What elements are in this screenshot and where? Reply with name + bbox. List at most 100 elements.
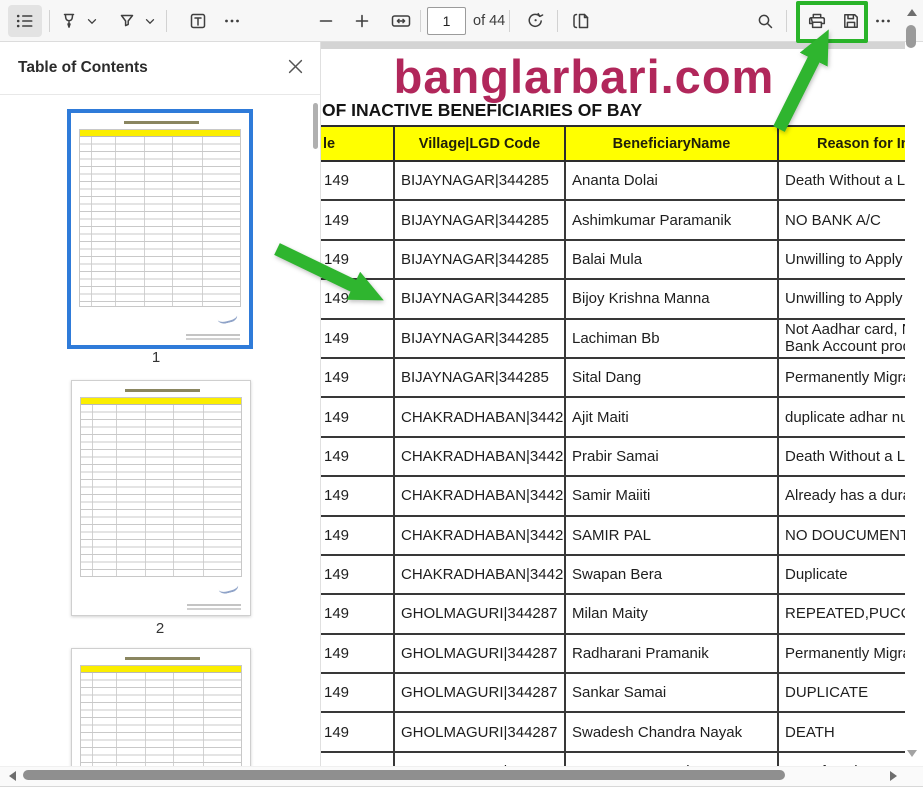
highlighter-icon — [117, 11, 137, 31]
table-row: 149CHAKRADHABAN|344282Ajit Maitiduplicat… — [321, 397, 905, 436]
highlighter-options-dropdown[interactable] — [142, 5, 158, 37]
table-cell: Out of station — [778, 752, 905, 766]
toolbar-divider — [557, 10, 558, 32]
table-cell: Lachiman Bb — [565, 319, 778, 358]
table-row: 149BIJAYNAGAR|344285Sital DangPermanentl… — [321, 358, 905, 397]
table-cell: 149 — [321, 279, 394, 318]
sidebar-scrollbar-thumb[interactable] — [313, 103, 318, 149]
zoom-out-button[interactable] — [312, 5, 340, 37]
scroll-right-arrow[interactable] — [890, 771, 897, 781]
table-cell: Unwilling to Apply — [778, 240, 905, 279]
fit-to-width-button[interactable] — [386, 5, 416, 37]
table-row: 149BIJAYNAGAR|344285Ananta DolaiDeath Wi… — [321, 161, 905, 200]
table-cell: Balai Mula — [565, 240, 778, 279]
table-cell: BIJAYNAGAR|344285 — [394, 240, 565, 279]
table-cell: REPEATED,PUCCA HOU — [778, 594, 905, 633]
thumbnail-table — [80, 665, 242, 766]
table-cell: Radharani Pramanik — [565, 634, 778, 673]
table-cell: 149 — [321, 752, 394, 766]
table-row: 149GHOLMAGURI|344287Milan MaityREPEATED,… — [321, 594, 905, 633]
thumbnail-title-line — [124, 121, 199, 124]
pen-options-dropdown[interactable] — [84, 5, 100, 37]
pdf-page: banglarbari.com OF INACTIVE BENEFICIARIE… — [321, 42, 905, 766]
page-thumbnail-3[interactable] — [71, 648, 251, 766]
table-of-contents-panel: Table of Contents 1 — [0, 42, 321, 766]
more-options-button[interactable] — [870, 5, 896, 37]
scroll-up-arrow[interactable] — [907, 9, 917, 16]
table-of-contents-button[interactable] — [8, 5, 42, 37]
more-tools-icon — [222, 11, 242, 31]
table-cell: GHOLMAGURI|344287 — [394, 712, 565, 751]
thumbnail-table — [80, 397, 242, 577]
horizontal-scrollbar-thumb[interactable] — [23, 770, 785, 780]
table-cell: Samir Maiiti — [565, 476, 778, 515]
search-icon — [755, 11, 775, 31]
pen-annotate-button[interactable] — [56, 5, 82, 37]
table-cell: GHOLMAGURI|344287 — [394, 673, 565, 712]
thumbnail-table-rows — [81, 405, 241, 576]
toolbar: of 44 — [0, 0, 923, 42]
table-cell: Already has a durable — [778, 476, 905, 515]
scroll-down-arrow[interactable] — [907, 750, 917, 757]
thumbnail-signature — [216, 307, 239, 325]
column-header: Village|LGD Code — [394, 126, 565, 161]
fit-to-width-icon — [390, 11, 412, 31]
page-thumbnail-1[interactable] — [67, 109, 253, 349]
highlighter-button[interactable] — [114, 5, 140, 37]
page-number-input[interactable] — [427, 7, 466, 35]
table-cell: Swadesh Chandra Nayak — [565, 712, 778, 751]
more-tools-button[interactable] — [218, 5, 246, 37]
table-cell: CHAKRADHABAN|344282 — [394, 476, 565, 515]
zoom-in-button[interactable] — [348, 5, 376, 37]
table-cell: Milan Maity — [565, 594, 778, 633]
table-cell: Bijoy Krishna Manna — [565, 279, 778, 318]
close-panel-button[interactable] — [284, 58, 306, 80]
table-row: 149CHAKRADHABAN|344282Swapan BeraDuplica… — [321, 555, 905, 594]
table-cell: GHOLMAGURI|344287 — [394, 752, 565, 766]
search-button[interactable] — [750, 5, 780, 37]
rotate-button[interactable] — [520, 5, 550, 37]
table-cell: 149 — [321, 634, 394, 673]
thumbnail-title-line — [125, 657, 200, 660]
table-cell: CHAKRADHABAN|344282 — [394, 397, 565, 436]
pen-icon — [59, 11, 79, 31]
table-cell: 149 — [321, 555, 394, 594]
page-count-label: of 44 — [473, 0, 505, 42]
beneficiary-table-body: 149BIJAYNAGAR|344285Ananta DolaiDeath Wi… — [321, 161, 905, 766]
thumbnail-table — [79, 129, 241, 307]
table-cell: Prabir Samai — [565, 437, 778, 476]
beneficiary-table: le Village|LGD Code BeneficiaryName Reas… — [321, 125, 905, 766]
vertical-scrollbar-thumb[interactable] — [906, 25, 916, 48]
page-view-button[interactable] — [566, 5, 596, 37]
add-text-button[interactable] — [184, 5, 212, 37]
table-row: 149BIJAYNAGAR|344285Bijoy Krishna MannaU… — [321, 279, 905, 318]
page-thumbnail-2[interactable] — [71, 380, 251, 616]
table-row: 149GHOLMAGURI|344287Sankar SamaiDUPLICAT… — [321, 673, 905, 712]
table-row: 149GHOLMAGURI|344287Swadesh Chandra Naya… — [321, 712, 905, 751]
table-cell: DEATH — [778, 712, 905, 751]
table-header-row: le Village|LGD Code BeneficiaryName Reas… — [321, 126, 905, 161]
table-cell: 149 — [321, 516, 394, 555]
table-cell: SAMIR PAL — [565, 516, 778, 555]
thumbnail-page-number: 1 — [67, 349, 245, 366]
table-cell: duplicate adhar numb — [778, 397, 905, 436]
table-cell: GHOLMAGURI|344287 — [394, 634, 565, 673]
table-cell: 149 — [321, 594, 394, 633]
add-text-icon — [188, 11, 208, 31]
toolbar-divider — [166, 10, 167, 32]
table-cell: Permanently Migrated — [778, 358, 905, 397]
table-cell: Unwilling to Apply — [778, 279, 905, 318]
chevron-down-icon — [143, 14, 157, 28]
table-row: 149BIJAYNAGAR|344285Balai MulaUnwilling … — [321, 240, 905, 279]
table-cell: Not Aadhar card, No B Bank Account produ… — [778, 319, 905, 358]
table-cell: 149 — [321, 240, 394, 279]
page-view-icon — [570, 11, 592, 31]
table-cell: NO DOUCUMENT — [778, 516, 905, 555]
scroll-left-arrow[interactable] — [9, 771, 16, 781]
table-cell: Sankar Samai — [565, 673, 778, 712]
table-cell: Ananta Dolai — [565, 161, 778, 200]
table-row: 149BIJAYNAGAR|344285Ashimkumar Paramanik… — [321, 200, 905, 239]
table-of-contents-icon — [15, 11, 35, 31]
toolbar-divider — [49, 10, 50, 32]
toolbar-divider — [420, 10, 421, 32]
